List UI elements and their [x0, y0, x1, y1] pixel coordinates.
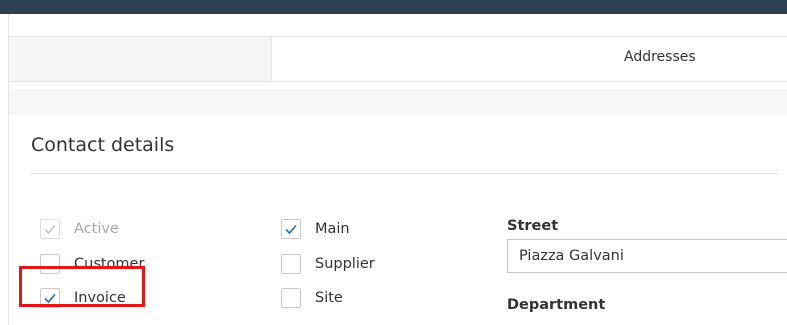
- active-label: Active: [74, 221, 119, 237]
- supplier-checkbox[interactable]: [281, 254, 301, 274]
- main-label: Main: [315, 221, 350, 237]
- active-checkbox-row: Active: [40, 219, 119, 239]
- site-checkbox[interactable]: [281, 288, 301, 308]
- section-divider: [31, 173, 779, 174]
- check-icon: [285, 224, 297, 235]
- tab-general[interactable]: [9, 37, 272, 81]
- active-checkbox: [40, 219, 60, 239]
- toolbar-band: [9, 89, 787, 115]
- main-checkbox-row[interactable]: Main: [281, 219, 350, 239]
- invoice-highlight-box: [19, 266, 145, 307]
- street-label: Street: [507, 218, 559, 234]
- supplier-checkbox-row[interactable]: Supplier: [281, 254, 375, 274]
- tab-addresses-label: Addresses: [624, 49, 696, 65]
- check-icon: [44, 224, 56, 235]
- site-label: Site: [315, 290, 343, 306]
- tab-addresses[interactable]: Addresses: [272, 37, 787, 81]
- supplier-label: Supplier: [315, 256, 375, 272]
- department-label: Department: [507, 297, 606, 313]
- window-title-bar: [0, 0, 787, 14]
- tab-strip: Addresses: [9, 36, 787, 82]
- street-input[interactable]: Piazza Galvani: [507, 239, 787, 273]
- main-checkbox[interactable]: [281, 219, 301, 239]
- street-input-value: Piazza Galvani: [519, 248, 624, 264]
- section-title: Contact details: [31, 134, 175, 156]
- site-checkbox-row[interactable]: Site: [281, 288, 343, 308]
